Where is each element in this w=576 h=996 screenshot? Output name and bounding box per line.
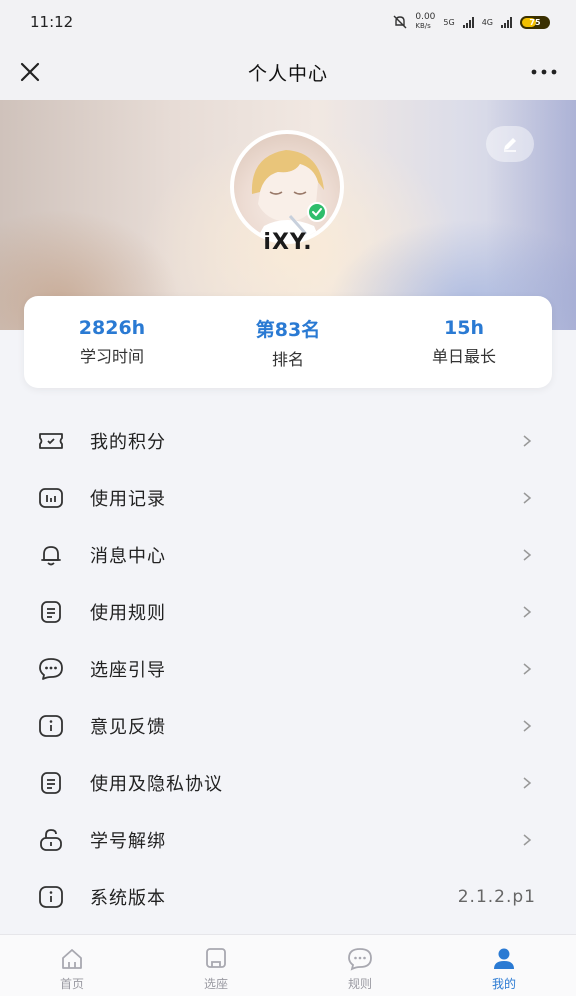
tab-rules[interactable]: 规则 (288, 935, 432, 996)
menu-item-messages[interactable]: 消息中心 (0, 526, 576, 583)
menu-item-label: 选座引导 (90, 659, 166, 681)
edit-button[interactable] (486, 126, 534, 162)
home-icon (62, 949, 82, 969)
mute-icon (393, 15, 407, 29)
stat-daily-max[interactable]: 15h 单日最长 (376, 296, 552, 388)
chart-record-icon (39, 488, 63, 508)
signal-icon-2 (501, 16, 512, 28)
menu-item-label: 使用规则 (90, 602, 166, 624)
menu-item-label: 系统版本 (90, 887, 166, 909)
ticket-icon (39, 433, 63, 449)
verified-badge-icon (307, 202, 327, 222)
bell-icon (41, 546, 61, 566)
info-icon (39, 715, 63, 737)
menu-item-label: 意见反馈 (90, 716, 166, 738)
page-title: 个人中心 (247, 62, 328, 85)
chevron-right-icon (523, 606, 532, 618)
chevron-right-icon (523, 492, 532, 504)
document-icon (41, 601, 61, 623)
tab-label: 选座 (203, 977, 228, 991)
menu-item-label: 我的积分 (90, 431, 166, 453)
chevron-right-icon (523, 720, 532, 732)
battery-icon: 75 (520, 15, 550, 29)
info-icon (39, 886, 63, 908)
menu-item-seat-guide[interactable]: 选座引导 (0, 640, 576, 697)
nav-bar: 个人中心 (0, 44, 576, 100)
stat-value: 第83名 (255, 318, 321, 341)
chevron-right-icon (523, 777, 532, 789)
menu-item-label: 使用记录 (90, 488, 166, 510)
menu-list: 我的积分 使用记录 消息中心 使用规则 选座引导 意见反馈 使用及隐私协议 学号… (0, 404, 576, 930)
menu-item-label: 消息中心 (90, 545, 166, 567)
stat-value: 15h (444, 317, 484, 339)
stat-value: 2826h (78, 317, 146, 339)
network-speed: 0.00 KB/s (415, 12, 436, 31)
stat-study-time[interactable]: 2826h 学习时间 (24, 296, 200, 388)
network-type-2: 4G (481, 17, 493, 27)
menu-item-unbind-student-id[interactable]: 学号解绑 (0, 811, 576, 868)
unlock-icon (40, 829, 62, 851)
menu-item-label: 使用及隐私协议 (90, 773, 223, 795)
menu-item-usage-record[interactable]: 使用记录 (0, 469, 576, 526)
agreement-icon (41, 772, 61, 794)
signal-icon (462, 16, 474, 28)
menu-item-rules[interactable]: 使用规则 (0, 583, 576, 640)
status-bar: 11:12 0.00 KB/s 5G 4G 75 (0, 0, 576, 44)
version-value: 2.1.2.p1 (457, 886, 536, 907)
network-type-1: 5G (443, 17, 455, 27)
menu-item-label: 学号解绑 (90, 830, 166, 852)
battery-level: 75 (529, 17, 541, 27)
status-time: 11:12 (30, 13, 74, 31)
chevron-right-icon (523, 663, 532, 675)
username: iXY. (263, 230, 313, 255)
avatar[interactable] (230, 130, 344, 244)
chevron-right-icon (523, 549, 532, 561)
rules-icon (348, 948, 372, 971)
stat-label: 排名 (271, 349, 304, 369)
tab-label: 我的 (491, 977, 516, 991)
close-icon[interactable] (16, 58, 44, 86)
pencil-icon (504, 138, 516, 152)
person-icon (494, 948, 514, 969)
menu-item-points[interactable]: 我的积分 (0, 412, 576, 469)
chat-bubble-icon (39, 658, 63, 680)
stat-rank[interactable]: 第83名 排名 (200, 296, 376, 388)
tab-mine[interactable]: 我的 (432, 935, 576, 996)
tab-label: 规则 (347, 977, 372, 991)
seat-icon (206, 948, 226, 968)
avatar-image (251, 150, 324, 240)
status-icons: 0.00 KB/s 5G 4G 75 (393, 13, 550, 31)
stat-label: 单日最长 (431, 347, 496, 366)
chevron-right-icon (523, 834, 532, 846)
chevron-right-icon (523, 435, 532, 447)
tab-home[interactable]: 首页 (0, 935, 144, 996)
tab-label: 首页 (59, 977, 84, 991)
stats-card: 2826h 学习时间 第83名 排名 15h 单日最长 (24, 296, 552, 388)
stat-label: 学习时间 (79, 347, 144, 366)
menu-item-privacy-agreement[interactable]: 使用及隐私协议 (0, 754, 576, 811)
more-icon[interactable] (528, 58, 560, 86)
tab-bar: 首页 选座 规则 我的 (0, 934, 576, 996)
menu-item-system-version[interactable]: 系统版本 2.1.2.p1 (0, 868, 576, 925)
tab-seat[interactable]: 选座 (144, 935, 288, 996)
menu-item-feedback[interactable]: 意见反馈 (0, 697, 576, 754)
